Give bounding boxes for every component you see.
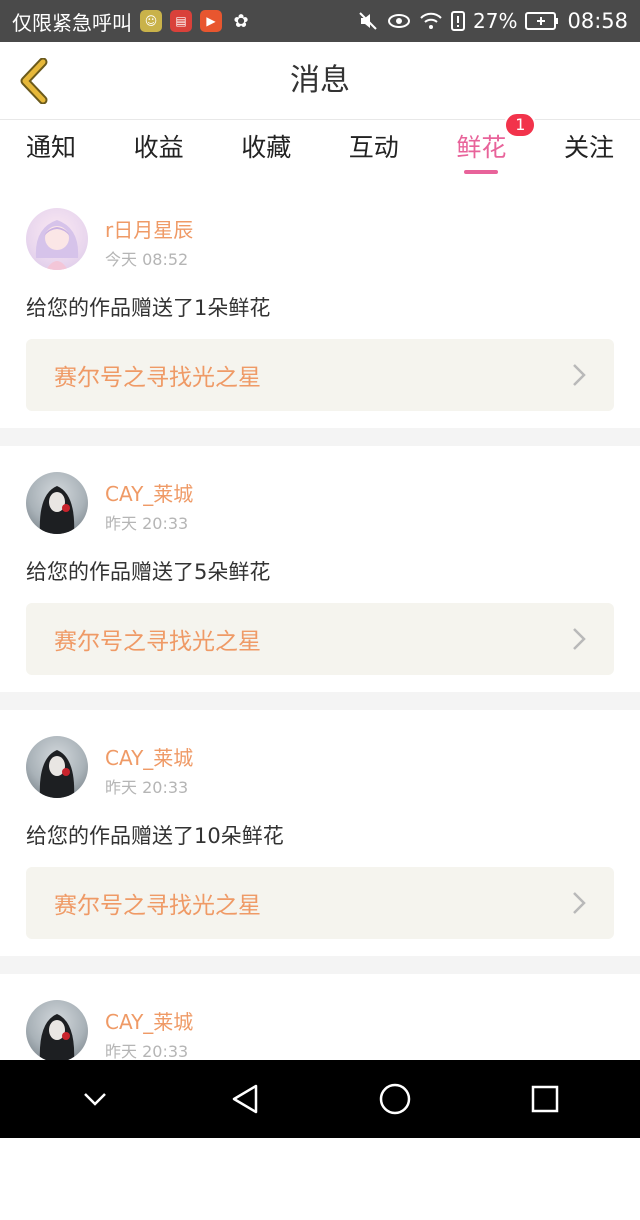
work-title: 赛尔号之寻找光之星	[54, 365, 261, 391]
page-title: 消息	[290, 63, 350, 98]
back-triangle-icon	[232, 1084, 258, 1114]
tab-favorites[interactable]: 收藏	[241, 120, 291, 182]
message-item: CAY_莱城 昨天 20:33 给您的作品赠送了5朵鲜花 赛尔号之寻找光之星	[0, 446, 640, 692]
recents-button[interactable]	[515, 1069, 575, 1129]
divider	[0, 692, 640, 710]
message-item: CAY_莱城 昨天 20:33 给您的作品赠送了10朵鲜花 赛尔号之寻找光之星	[0, 710, 640, 956]
avatar-dark-hair-icon	[39, 750, 75, 798]
hide-keyboard-button[interactable]	[65, 1069, 125, 1129]
username[interactable]: r日月星辰	[105, 214, 193, 243]
home-circle-icon	[379, 1083, 411, 1115]
home-button[interactable]	[365, 1069, 425, 1129]
sim-alert-icon	[451, 11, 466, 31]
tab-label: 鲜花	[456, 133, 507, 162]
wechat-icon: ✿	[233, 10, 249, 32]
back-nav-button[interactable]	[215, 1069, 275, 1129]
back-button[interactable]	[14, 58, 54, 104]
chevron-right-icon	[572, 891, 586, 915]
status-right: 27% 08:58	[357, 9, 628, 33]
video-icon: ▶	[200, 10, 222, 32]
tab-notifications[interactable]: 通知	[26, 120, 76, 182]
tab-label: 收藏	[241, 133, 292, 162]
avatar-dark-hair-icon	[39, 486, 75, 534]
tab-interactions[interactable]: 互动	[349, 120, 399, 182]
tab-earnings[interactable]: 收益	[134, 120, 184, 182]
tab-following[interactable]: 关注	[564, 120, 614, 182]
back-chevron-icon	[20, 58, 48, 104]
work-link-card[interactable]: 赛尔号之寻找光之星	[26, 867, 614, 939]
chevron-down-icon	[84, 1093, 106, 1106]
avatar[interactable]	[26, 208, 88, 270]
divider	[0, 428, 640, 446]
clock: 08:58	[567, 9, 628, 33]
nav-bar: 消息	[0, 42, 640, 120]
work-title: 赛尔号之寻找光之星	[54, 629, 261, 655]
username[interactable]: CAY_莱城	[105, 742, 193, 771]
mute-icon	[357, 10, 379, 32]
avatar[interactable]	[26, 472, 88, 534]
recents-square-icon	[531, 1085, 559, 1113]
avatar[interactable]	[26, 1000, 88, 1062]
work-link-card[interactable]: 赛尔号之寻找光之星	[26, 603, 614, 675]
message-text: 给您的作品赠送了1朵鲜花	[26, 296, 271, 320]
eye-icon	[387, 12, 411, 30]
active-tab-indicator	[464, 170, 499, 174]
avatar[interactable]	[26, 736, 88, 798]
wifi-icon	[419, 11, 443, 31]
battery-percent: 27%	[473, 9, 518, 33]
tab-label: 收益	[133, 133, 184, 162]
username[interactable]: CAY_莱城	[105, 1006, 193, 1035]
status-bar: 仅限紧急呼叫 ☺ ▤ ▶ ✿ 27% 08:58	[0, 0, 640, 42]
chevron-right-icon	[572, 627, 586, 651]
timestamp: 昨天 20:33	[105, 514, 189, 533]
avatar-girl-icon	[35, 220, 79, 270]
avatar-dark-hair-icon	[39, 1014, 75, 1062]
tab-label: 关注	[563, 133, 614, 162]
username[interactable]: CAY_莱城	[105, 478, 193, 507]
divider	[0, 956, 640, 974]
tab-bar: 通知 收益 收藏 互动 鲜花 1 关注	[0, 112, 640, 182]
tab-label: 互动	[348, 133, 399, 162]
timestamp: 昨天 20:33	[105, 778, 189, 797]
news-icon: ▤	[170, 10, 192, 32]
chevron-right-icon	[572, 363, 586, 387]
work-link-card[interactable]: 赛尔号之寻找光之星	[26, 339, 614, 411]
message-text: 给您的作品赠送了5朵鲜花	[26, 560, 271, 584]
message-text: 给您的作品赠送了10朵鲜花	[26, 824, 284, 848]
unread-badge: 1	[504, 112, 537, 138]
status-left: 仅限紧急呼叫 ☺ ▤ ▶ ✿	[12, 7, 252, 36]
timestamp: 昨天 20:33	[105, 1042, 189, 1061]
message-item: r日月星辰 今天 08:52 给您的作品赠送了1朵鲜花 赛尔号之寻找光之星	[0, 182, 640, 428]
work-title: 赛尔号之寻找光之星	[54, 893, 261, 919]
tab-flowers[interactable]: 鲜花 1	[456, 112, 537, 182]
timestamp: 今天 08:52	[105, 250, 189, 269]
battery-icon	[525, 12, 559, 30]
carrier-text: 仅限紧急呼叫	[12, 10, 132, 35]
emoticon-icon: ☺	[140, 10, 162, 32]
system-navigation-bar	[0, 1060, 640, 1138]
tab-label: 通知	[26, 133, 77, 162]
